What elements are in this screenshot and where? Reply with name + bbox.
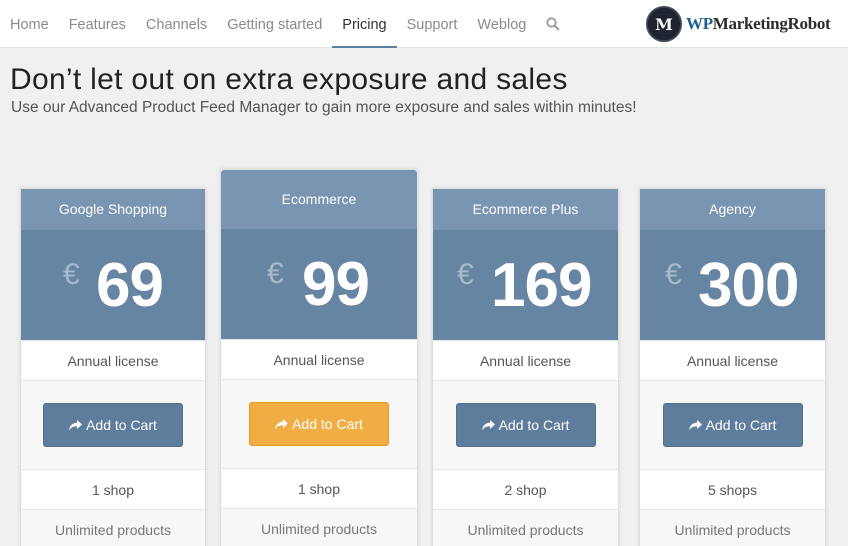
plan-license: Annual license bbox=[640, 340, 825, 380]
search-button[interactable] bbox=[536, 0, 570, 48]
logo-text: WPMarketingRobot bbox=[686, 14, 831, 34]
add-to-cart-button[interactable]: Add to Cart bbox=[455, 403, 596, 447]
button-row: Add to Cart bbox=[221, 379, 417, 468]
button-row: Add to Cart bbox=[21, 380, 205, 469]
plan-products: Unlimited products bbox=[21, 509, 205, 546]
add-to-cart-label: Add to Cart bbox=[705, 417, 777, 433]
pricing-card-ecommerce: Ecommerce € 99 Annual license Add to Car… bbox=[220, 169, 418, 546]
add-to-cart-button[interactable]: Add to Cart bbox=[662, 403, 803, 447]
plan-price: 69 bbox=[96, 251, 164, 320]
nav-item-getting-started[interactable]: Getting started bbox=[217, 0, 332, 48]
plan-products: Unlimited products bbox=[433, 509, 618, 546]
currency-symbol: € bbox=[267, 257, 284, 290]
button-row: Add to Cart bbox=[433, 380, 618, 469]
nav-item-home[interactable]: Home bbox=[0, 0, 59, 48]
logo-text-rest: MarketingRobot bbox=[712, 14, 831, 33]
share-arrow-icon bbox=[69, 419, 83, 430]
plan-name: Agency bbox=[640, 189, 825, 230]
button-row: Add to Cart bbox=[640, 380, 825, 469]
plan-license: Annual license bbox=[21, 340, 205, 380]
plan-license: Annual license bbox=[221, 339, 417, 379]
currency-symbol: € bbox=[665, 258, 682, 291]
logo-text-wp: WP bbox=[686, 14, 713, 33]
currency-symbol: € bbox=[457, 258, 474, 291]
plan-products: Unlimited products bbox=[221, 508, 417, 546]
plan-products: Unlimited products bbox=[640, 509, 825, 546]
plan-shops: 1 shop bbox=[21, 469, 205, 509]
plan-name: Ecommerce bbox=[221, 170, 417, 229]
nav-item-support[interactable]: Support bbox=[397, 0, 468, 48]
page-title: Don’t let out on extra exposure and sale… bbox=[10, 63, 568, 96]
main-nav: Home Features Channels Getting started P… bbox=[0, 0, 570, 48]
logo-mark-icon: M bbox=[646, 6, 682, 42]
plan-shops: 5 shops bbox=[640, 469, 825, 509]
share-arrow-icon bbox=[481, 419, 495, 430]
search-icon bbox=[546, 17, 560, 31]
pricing-card-ecommerce-plus: Ecommerce Plus € 169 Annual license Add … bbox=[432, 188, 619, 546]
add-to-cart-label: Add to Cart bbox=[292, 416, 363, 432]
brand-logo[interactable]: M WPMarketingRobot bbox=[646, 4, 831, 44]
page-subtitle: Use our Advanced Product Feed Manager to… bbox=[11, 99, 637, 116]
add-to-cart-label: Add to Cart bbox=[498, 417, 570, 433]
nav-item-weblog[interactable]: Weblog bbox=[467, 0, 536, 48]
plan-license: Annual license bbox=[433, 340, 618, 380]
plan-name: Google Shopping bbox=[21, 189, 205, 230]
plan-price-block: € 169 bbox=[433, 230, 618, 340]
plan-price: 300 bbox=[698, 251, 799, 320]
plan-shops: 1 shop bbox=[221, 468, 417, 508]
plan-price: 169 bbox=[491, 251, 592, 320]
nav-item-channels[interactable]: Channels bbox=[136, 0, 217, 48]
plan-price-block: € 300 bbox=[640, 230, 825, 340]
add-to-cart-button[interactable]: Add to Cart bbox=[43, 403, 183, 447]
share-arrow-icon bbox=[275, 418, 289, 429]
pricing-card-google-shopping: Google Shopping € 69 Annual license Add … bbox=[20, 188, 206, 546]
add-to-cart-label: Add to Cart bbox=[86, 417, 157, 433]
nav-item-features[interactable]: Features bbox=[59, 0, 136, 48]
top-navigation-bar: Home Features Channels Getting started P… bbox=[0, 0, 848, 48]
plan-price-block: € 99 bbox=[221, 229, 417, 339]
plan-name: Ecommerce Plus bbox=[433, 189, 618, 230]
add-to-cart-button[interactable]: Add to Cart bbox=[249, 402, 389, 446]
pricing-card-agency: Agency € 300 Annual license Add to Cart … bbox=[639, 188, 826, 546]
nav-item-pricing[interactable]: Pricing bbox=[332, 0, 397, 48]
plan-price-block: € 69 bbox=[21, 230, 205, 340]
plan-shops: 2 shop bbox=[433, 469, 618, 509]
currency-symbol: € bbox=[63, 258, 80, 291]
share-arrow-icon bbox=[688, 419, 702, 430]
plan-price: 99 bbox=[302, 250, 370, 319]
